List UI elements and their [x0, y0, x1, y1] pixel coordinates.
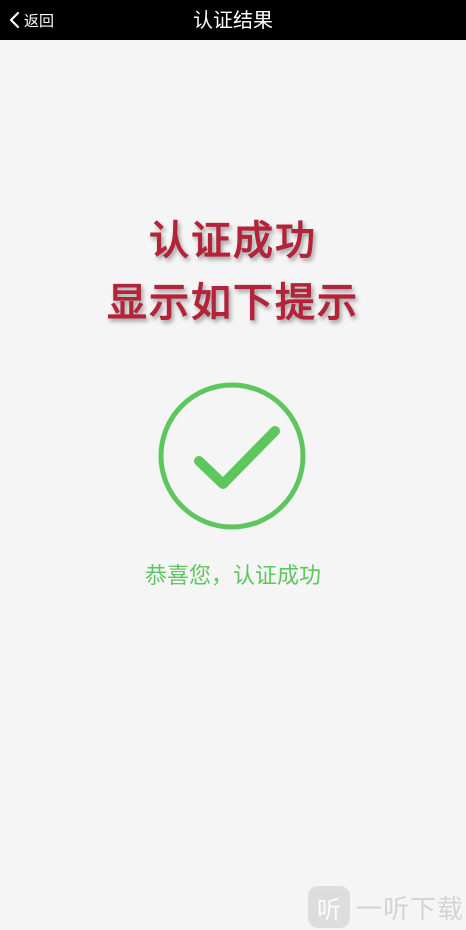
checkmark-circle-icon [158, 382, 306, 530]
annotation-line-1: 认证成功 [149, 218, 317, 264]
watermark-logo-glyph: 听 [316, 895, 341, 924]
annotation-line-2: 显示如下提示 [107, 280, 359, 326]
top-navigation-bar: 返回 认证结果 [0, 0, 466, 40]
success-message: 恭喜您，认证成功 [144, 564, 321, 589]
back-label: 返回 [24, 11, 55, 30]
chevron-left-icon [9, 11, 20, 29]
back-button[interactable]: 返回 [8, 0, 54, 40]
watermark: 听 一听下载 [307, 886, 464, 928]
watermark-text: 一听下载 [355, 894, 464, 925]
page-title: 认证结果 [193, 8, 273, 32]
watermark-logo: 听 [307, 886, 350, 928]
